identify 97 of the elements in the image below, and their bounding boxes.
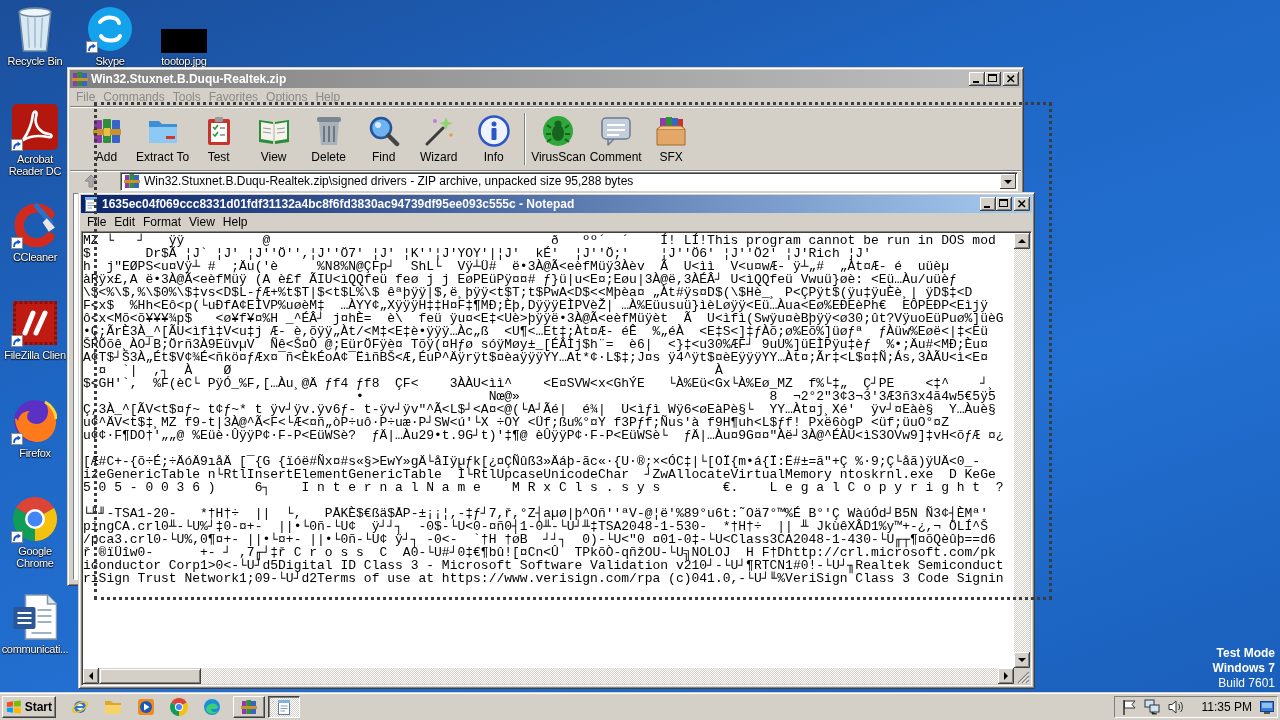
menu-item[interactable]: Edit bbox=[110, 214, 140, 230]
toolbar-button[interactable]: Find bbox=[356, 107, 412, 169]
icon-label[interactable]: FileZilla Clien bbox=[4, 349, 66, 361]
note-icon bbox=[599, 115, 632, 147]
icon-label[interactable]: Google Chrome bbox=[4, 545, 66, 569]
text-line: iconductor Corp1>0<-└U┘d5Digital ID Class 3 - Microsoft Software Validation v210┘-└U┘¶RTCN1#0!-└U┘╖Realtek Semiconduct bbox=[83, 559, 1004, 572]
minimize-button[interactable] bbox=[980, 197, 996, 211]
text-line: \$<%\$,%\$0%\$‡vs<D$L-ƒÆ+%t$T|$<t$L%\$ êªþÿÿ|$,ë¸þÿÿ<t$T;t$PwA<D$<<Mþèa¤ „Àt#ÿs¤D$(\$Hè_¸ P<ÇPÿt$(ÿu‡ÿuÈè¸| ÿD$‡<D bbox=[83, 286, 973, 299]
close-button[interactable] bbox=[1014, 197, 1030, 211]
text-line: /pca3.crl0-└U%,0¶¤+- ||•└¤+- ||•└0ñ-└U¢ ÿ┘┐ -0<- `†H †øB ┘┘┐ 0)-└U<"0 ¤01-0‡-└U<Class3CA2048-1-430-└U╓┬¶¤õQèûþ==d6 bbox=[83, 533, 996, 546]
toolbar-button[interactable]: SFX bbox=[643, 107, 699, 169]
text-line: $ Dr$Ã ¦J` ¦J' ¦J''Ö'',¦J''Ö7' ¦J' ¦K''¦J'YOY'|¦J' kÉ' ¦J''Ö;' ¦J''Ö6' ¦J''Ö2' ¦J'Rich ¦J' bbox=[83, 247, 871, 260]
taskbar-button[interactable] bbox=[268, 695, 300, 718]
notepad-icon bbox=[83, 196, 99, 212]
text-line: ŠRÕõê¸ÀO┘B;Örñ3À9EüvµV Ñê<Š¤Ò @;EürÖFÿè¤ Tõÿ(¤Hƒø sóÿMøy±_[ÉÂÌj$h¨= è6| <}‡<u30%ÆF┘ 9uU%]üEÌPÿu‡èƒ %•;Äu#<MÐ;Èu¤ bbox=[83, 338, 988, 351]
minimize-button[interactable] bbox=[969, 72, 985, 86]
text-line: h j"EØPS<u¤Vÿ┴ # ;Äu('è %N8%N@ÇFp┘ ShL└ Vÿ┴Ü# ë•3À@Ã<eèfMüÿ3Àèv Ã U<ìì V<u¤wÆ- ÿ┴„# „Àt¤Æ- é uüèµ bbox=[83, 260, 949, 273]
icon-label[interactable]: CCleaner bbox=[12, 251, 58, 263]
search-icon bbox=[367, 115, 400, 147]
maximize-button[interactable] bbox=[996, 197, 1012, 211]
toolbar-button[interactable]: View bbox=[246, 107, 302, 169]
notepad-icon bbox=[276, 698, 292, 715]
icon-label[interactable]: communicati... bbox=[1, 643, 69, 655]
windows-logo-icon bbox=[6, 698, 22, 715]
icon-label[interactable]: Recycle Bin bbox=[7, 55, 63, 67]
books-stack-icon bbox=[124, 173, 140, 189]
window-title: Win32.Stuxnet.B.Duqu-Realtek.zip bbox=[91, 72, 288, 86]
scroll-thumb[interactable] bbox=[99, 668, 201, 684]
text-line: [Æ#C+-{õ÷É;÷ÄóÄ9ıåÄ [¯{G {ïóë#Ñx¤#s«§>EwY»gÄ└åIÿµƒk[¿¤ÇÑûß3»Äáþ-ãc«·{U·®;×<ÓC‡|└[OÏ{m•á{Ï:Ë#±=ã"+Ç %·9;Ç└åã)ÿUÄ<0_- bbox=[83, 455, 981, 468]
scroll-down-button[interactable] bbox=[1014, 652, 1030, 668]
icon-label[interactable]: tootop.jpg bbox=[161, 55, 207, 67]
chrome-logo-icon[interactable] bbox=[170, 697, 188, 716]
speaker-icon[interactable] bbox=[1167, 698, 1184, 715]
skype-logo-icon[interactable] bbox=[88, 7, 132, 51]
text-line: •Ç;ÃrÈ3À_^[ÃU<ìfì‡V<u‡j Æ- è,õÿÿ„Àt/<M‡<E‡è•ÿÿÿ…Àc„ß <U¶<…Et‡;Àt¤Æ- éÊ %„éÀ <E‡S<]‡ƒÀõ;ø%Eõ%]üøƒª ƒÀüw%Eøë<|‡<Eü bbox=[83, 325, 988, 338]
toolbar-button[interactable]: Comment bbox=[587, 107, 644, 169]
menu-item[interactable]: View bbox=[185, 214, 219, 230]
text-line: ¤ `| ,┐ À Ø À bbox=[98, 364, 723, 377]
start-button[interactable]: Start bbox=[2, 695, 56, 718]
menu-item[interactable]: Format bbox=[139, 214, 186, 230]
toolbar-button[interactable]: Extract To bbox=[134, 107, 192, 169]
close-button[interactable] bbox=[1003, 72, 1019, 86]
box-icon bbox=[655, 115, 688, 147]
text-line: • Nœ@» 8 ¬2°2"3¢3¬3'3Æ3ñ3x4ã4w5€5ÿ5 bbox=[355, 390, 996, 403]
firefox-logo-icon[interactable] bbox=[13, 399, 57, 443]
text-line: $<GH'`, %F(èC└ PÿÓ_%F,[…Àu¸@Ä ƒf4 ƒf8 ÇF< 3ÀÀU<ìì^ <E¤SVW<x<GhÝE └À%Eü<Gx└À%Eø_MZ f%└‡„ Ç┘PE <‡^ ┘¸ bbox=[83, 377, 996, 390]
text-line: 5 0 5 - 0 0 3 6 ) 6┐ I n t e r n a l N a m e M R x C l s . s y s €. L e g a l C o p y r i g h t ? bbox=[83, 481, 1004, 494]
show-desktop-icon[interactable] bbox=[1260, 699, 1274, 714]
play-icon[interactable] bbox=[137, 697, 155, 716]
vertical-scrollbar[interactable] bbox=[1014, 233, 1030, 668]
toolbar-button[interactable]: Test bbox=[191, 107, 247, 169]
up-arrow-icon[interactable] bbox=[84, 174, 98, 188]
text-line: u¢^ÄV<t$‡¸MZ f9-t|3À@^Ã<F<└Æ<¤ñ„òP÷uô·P÷uæ·P┘SW<ú'└X ÷OY <Üf;ßu%°¤Y f3Pƒf;Ñus'à f9H¶uh<L$ƒf! Pxë6ògP <üf;üuO°¤Z bbox=[83, 416, 949, 429]
bug-icon bbox=[542, 115, 575, 147]
flag-icon[interactable] bbox=[1121, 698, 1136, 715]
text-line: F<x$ %Hh<Eô<p(└uÐfA¢EÌVP%uøèM‡ …ÀYY¢„XÿÿÿH‡‡H¤F‡¶MÐ;Èþ,DÿÿÿEÌPVèŽ| …À%Eüusuü}ìèLøÿÿ<Eü…Àua<Eø%EÐEèPh€ EÔPEÐP<Eìjÿ bbox=[83, 299, 988, 312]
chrome-logo-icon[interactable] bbox=[13, 497, 57, 541]
os-notice-text: Build 7601 bbox=[1218, 676, 1275, 691]
clock[interactable]: 11:35 PM bbox=[1201, 699, 1252, 714]
menu-item[interactable]: Help bbox=[218, 214, 252, 230]
icon-label[interactable]: Skype bbox=[95, 55, 125, 67]
text-line: └╜╜-TSA1-20- *†H†÷ || └, PÅKÈ$€ßä$ÅP-±¡¡¦,-‡ƒ┘7,ř,°Z┤aµø|þ^Oñ''ªV-@¦ë'%89°u6t:˜Oä7°™%É B°'Ç WàúÓd┘B5N Ñ3¢┤ÈMª' bbox=[83, 507, 988, 520]
recycle-bin-icon[interactable] bbox=[17, 6, 53, 52]
resize-grip[interactable] bbox=[1014, 668, 1030, 684]
toolbar-button[interactable]: Info bbox=[466, 107, 522, 169]
icon-label[interactable]: Acrobat Reader DC bbox=[4, 153, 66, 177]
ccleaner-logo-icon[interactable] bbox=[13, 203, 57, 247]
dropdown-button[interactable] bbox=[1000, 173, 1016, 189]
books-stack-icon bbox=[241, 698, 257, 715]
text-line: u¢¢·F¶DO†'„„@ %Eüè·ÛÿÿP¢·F-P<EüWSè? ƒÄ|…Àu29•t.9G┘t)'‡¶@ èÛÿÿP¢·F-P<EüWSè└ ƒÄ|…Àu¤9G¤¤"Àë┘3À@^ÉÀU<ìS3OVw9]‡vH<õƒÆ ¤¿ bbox=[83, 429, 1004, 442]
os-notice-text: Windows 7 bbox=[1212, 661, 1275, 676]
text-line: izeGenericTable n└RtlInsertElementGenericTable Ì└RtlUpcaseUnicodeChar ┘ZwAllocateVirtualMemory ntoskrnl.exe D KeGe bbox=[83, 468, 996, 481]
computer-icon[interactable] bbox=[1143, 698, 1160, 715]
text-line: riSign Trust Network1;09-└U┘d2Terms of use at https://www.verisign.com/rpa (c)041.0,-└U┘╙%VeriSign Class 3 Code Signin bbox=[83, 572, 1004, 585]
text-line: àRÿx£,A ë•3À@Ã<eèfMüÿ (A è£f ÃIU<ìQQfeü feø j j EøPEüPÿ¤¤# ƒ}ü|u<E¤;Eøu|3À@ë,3ÀÉÂ┘ U<ìQQfeü Vwuü}øè: <Eü…Àu/uüèƒ bbox=[83, 273, 957, 286]
maximize-button[interactable] bbox=[985, 72, 1001, 86]
icon-label[interactable]: Firefox bbox=[19, 447, 51, 459]
acrobat-logo-icon[interactable] bbox=[12, 104, 58, 150]
horizontal-scrollbar[interactable] bbox=[83, 668, 1014, 684]
toolbar-button[interactable]: Delete bbox=[301, 107, 357, 169]
window-title: 1635ec04f069ccc8331d01fdf31132a4bc8f6fd3830ac94739df95ee093c555c - Notepad bbox=[102, 197, 576, 211]
word-document-icon[interactable] bbox=[13, 594, 57, 640]
filezilla-logo-icon[interactable] bbox=[13, 301, 57, 345]
scroll-up-button[interactable] bbox=[1014, 233, 1030, 249]
text-line: ř.®ïÜîw0- +- ┘ ,7╓┘‡ř C r o s s C A0-└U#┘0‡€¶bû![¤Cn<Û TPkõÒ-qñžOU-└U╗NOLOJ H F†Dhttp://crl.microsoft.com/pk bbox=[83, 546, 996, 559]
text-line: pingCA.crl0╨-└U%┘‡0-¤+- ||•└0ñ-└U¢ ÿ┘┘┐ -0$-└U<0-¤ñ0┤1-0╨-└U┘╨‡TSA2048-1-530- *†H†÷ || ╨ JkùêXÂD1%y™+-¿,¬ ÖLÍ^Š bbox=[83, 520, 988, 533]
text-line: ô<x<Mõ<õ¥¥¥¾p$ <ø¥f¥¤%H _^ÉÂ┘ j¤hÈ= è\ feü ÿu¤<E‡<Uè>þÿÿë•3À@Ã<eèfMüÿèt Ã U<ìfì(Swÿu¤èBþÿÿ<ø30;ût?VÿuoEüPuø%]üèG bbox=[83, 312, 1004, 325]
toolbar-button[interactable]: VirusScan bbox=[529, 107, 588, 169]
text-line: Ç,3À_^[ÃV<t$¤ƒ~ t¢ƒ~* t ÿv┘ÿv.ÿv6ƒ- t-ÿv┘ÿv"^Ã<L$┘<A¤<@(└A┘Ãé| é¾| U<ìƒì Wÿ6<øEàPè§└ YY…Àt¤j¸Xé' ÿv┘¤Eàè§ Y…Àuè§ bbox=[83, 403, 996, 416]
text-line: A¢T$┘Š3À„Ét$V¢¾É<ñkö¤ƒÆx¤¯ñ<ÈkÉoA¢¯ËìñBŠ<Æ,ÉuP^Äÿrÿt$¤èaÿÿÿYY…At*¢·L$‡;J¤s ÿ4^ÿt$¤èEÿÿÿYY…Àt¤;Ãr‡<L$¤‡Ñ;Ás,3ÀÃU<ì<E¤ bbox=[83, 351, 988, 364]
toolbar-button[interactable]: Wizard bbox=[411, 107, 467, 169]
info-icon bbox=[477, 115, 510, 147]
scroll-right-button[interactable] bbox=[998, 668, 1014, 684]
toolbar-button[interactable]: Add bbox=[79, 107, 134, 169]
scroll-left-button[interactable] bbox=[83, 668, 99, 684]
os-notice-text: Test Mode bbox=[1216, 646, 1275, 661]
books-stack-icon bbox=[72, 71, 88, 87]
